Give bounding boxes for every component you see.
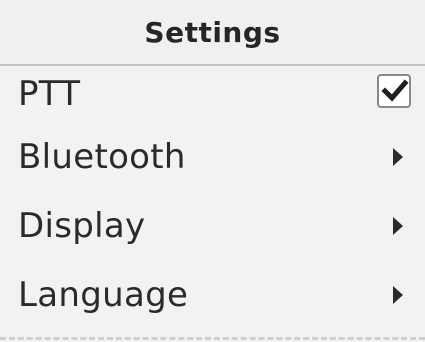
menu-item-label: Display <box>18 205 146 246</box>
divider <box>0 337 425 340</box>
menu-item-language[interactable]: Language <box>0 260 425 329</box>
settings-header: Settings <box>0 0 425 66</box>
menu-item-display[interactable]: Display <box>0 191 425 260</box>
settings-menu: PTT Bluetooth Display Language <box>0 66 425 329</box>
settings-panel: Settings PTT Bluetooth Display Language <box>0 0 425 342</box>
menu-item-ptt[interactable]: PTT <box>0 66 425 122</box>
chevron-right-icon <box>393 285 403 304</box>
chevron-right-icon <box>393 147 403 166</box>
checkmark-icon <box>381 79 409 102</box>
chevron-right-icon <box>393 216 403 235</box>
page-title: Settings <box>144 15 281 49</box>
menu-item-label: Bluetooth <box>18 136 186 177</box>
menu-item-label: PTT <box>18 74 81 114</box>
menu-item-bluetooth[interactable]: Bluetooth <box>0 122 425 191</box>
menu-item-label: Language <box>18 274 189 315</box>
ptt-checkbox[interactable] <box>377 74 411 108</box>
